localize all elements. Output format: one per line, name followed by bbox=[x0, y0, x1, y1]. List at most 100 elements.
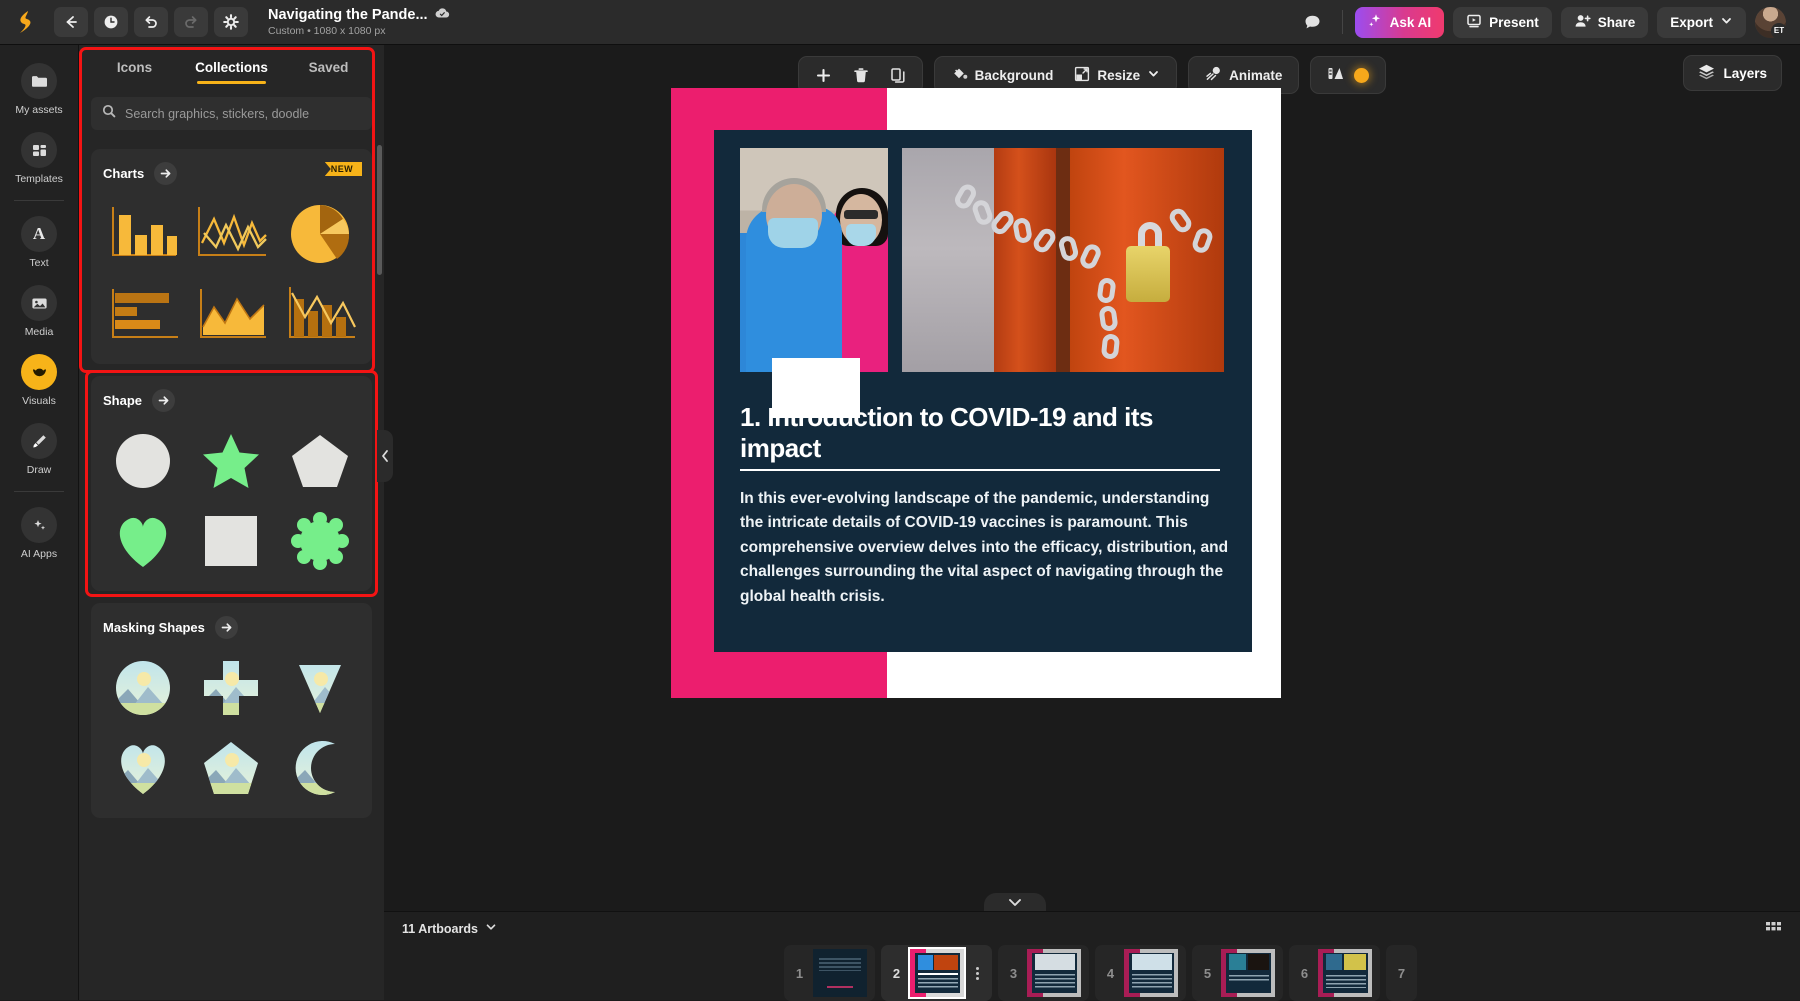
artboard-thumb-6[interactable]: 6 bbox=[1289, 945, 1380, 1001]
bottom-panel-toggle[interactable] bbox=[984, 893, 1046, 911]
padlock-body bbox=[1126, 246, 1170, 302]
artboard-canvas[interactable]: 1. Introduction to COVID-19 and its impa… bbox=[671, 88, 1281, 698]
top-bar: Navigating the Pande... Custom • 1080 x … bbox=[0, 0, 1800, 45]
left-rail: My assets Templates A Text Media Visuals… bbox=[0, 45, 79, 1000]
zigzag-line-chart-thumb[interactable] bbox=[191, 198, 271, 270]
undo-icon[interactable] bbox=[134, 7, 168, 37]
visuals-lotus-icon bbox=[21, 354, 57, 390]
slide-body-text[interactable]: In this ever-evolving landscape of the p… bbox=[740, 487, 1232, 609]
masked-people-photo[interactable] bbox=[740, 148, 888, 372]
history-clock-icon[interactable] bbox=[94, 7, 128, 37]
ask-ai-button[interactable]: Ask AI bbox=[1355, 7, 1445, 38]
artboard-thumb-3[interactable]: 3 bbox=[998, 945, 1089, 1001]
present-button[interactable]: Present bbox=[1453, 7, 1552, 38]
visuals-panel: Icons Collections Saved Charts NEW bbox=[79, 45, 384, 1000]
new-badge: NEW bbox=[325, 162, 362, 176]
diamond-mask-thumb[interactable] bbox=[280, 652, 360, 724]
add-button[interactable] bbox=[807, 60, 840, 90]
circle-mask-thumb[interactable] bbox=[103, 652, 183, 724]
woman-face-mask bbox=[846, 224, 876, 246]
arrow-right-icon[interactable] bbox=[154, 162, 177, 185]
cross-mask-thumb[interactable] bbox=[191, 652, 271, 724]
heart-mask-thumb[interactable] bbox=[103, 732, 183, 804]
layers-stack-icon bbox=[1698, 63, 1715, 83]
sidebar-label-text: Text bbox=[29, 257, 48, 269]
cloud-saved-icon bbox=[435, 7, 450, 23]
more-vertical-icon[interactable] bbox=[970, 967, 984, 980]
section-shape: Shape bbox=[91, 376, 372, 591]
panel-scroll-area[interactable]: Charts NEW bbox=[79, 137, 384, 1000]
sidebar-item-visuals[interactable]: Visuals bbox=[0, 346, 78, 415]
share-button[interactable]: Share bbox=[1561, 7, 1649, 38]
tab-collections[interactable]: Collections bbox=[186, 45, 277, 89]
templates-grid-icon bbox=[21, 132, 57, 168]
sparkles-icon bbox=[21, 507, 57, 543]
artboard-number: 3 bbox=[1006, 966, 1021, 981]
back-arrow-icon[interactable] bbox=[54, 7, 88, 37]
charts-grid bbox=[103, 198, 360, 350]
bar-chart-thumb[interactable] bbox=[103, 198, 183, 270]
sidebar-item-my-assets[interactable]: My assets bbox=[0, 55, 78, 124]
moon-mask-thumb[interactable] bbox=[280, 732, 360, 804]
palette-group bbox=[1310, 56, 1386, 94]
artboards-count-button[interactable]: 11 Artboards bbox=[402, 921, 497, 936]
gear-icon[interactable] bbox=[214, 7, 248, 37]
lightning-logo[interactable] bbox=[14, 9, 40, 35]
arrow-right-icon[interactable] bbox=[215, 616, 238, 639]
animate-button[interactable]: Animate bbox=[1197, 60, 1290, 90]
person-plus-icon bbox=[1574, 13, 1591, 32]
sidebar-label-templates: Templates bbox=[15, 173, 63, 185]
artboard-thumb-2[interactable]: 2 bbox=[881, 945, 992, 1001]
background-button[interactable]: Background bbox=[943, 60, 1062, 90]
artboards-bar: 11 Artboards 1 2 bbox=[384, 911, 1800, 1000]
slide-card[interactable]: 1. Introduction to COVID-19 and its impa… bbox=[714, 130, 1252, 652]
section-charts-header: Charts NEW bbox=[103, 162, 360, 185]
redo-icon bbox=[174, 7, 208, 37]
present-label: Present bbox=[1489, 15, 1539, 30]
sidebar-item-draw[interactable]: Draw bbox=[0, 415, 78, 484]
area-chart-thumb[interactable] bbox=[191, 278, 271, 350]
horizontal-bar-chart-thumb[interactable] bbox=[103, 278, 183, 350]
delete-button[interactable] bbox=[845, 60, 877, 90]
pentagon-mask-thumb[interactable] bbox=[191, 732, 271, 804]
palette-swatch[interactable] bbox=[1354, 68, 1369, 83]
slide-heading[interactable]: 1. Introduction to COVID-19 and its impa… bbox=[740, 402, 1220, 471]
sidebar-item-media[interactable]: Media bbox=[0, 277, 78, 346]
grid-view-icon[interactable] bbox=[1765, 919, 1782, 939]
pie-chart-thumb[interactable] bbox=[280, 198, 360, 270]
sidebar-label-visuals: Visuals bbox=[22, 395, 56, 407]
panel-scrollbar[interactable] bbox=[377, 145, 382, 275]
panel-collapse-handle[interactable] bbox=[377, 430, 393, 482]
artboard-thumb-7[interactable]: 7 bbox=[1386, 945, 1417, 1001]
sidebar-item-ai-apps[interactable]: AI Apps bbox=[0, 499, 78, 568]
sparkle-icon bbox=[1368, 13, 1383, 31]
man-face-mask bbox=[768, 218, 818, 248]
resize-button[interactable]: Resize bbox=[1066, 60, 1168, 90]
image-icon bbox=[21, 285, 57, 321]
tab-icons[interactable]: Icons bbox=[89, 45, 180, 89]
artboard-preview bbox=[1027, 949, 1081, 997]
combo-bar-line-chart-thumb[interactable] bbox=[280, 278, 360, 350]
section-masking-header: Masking Shapes bbox=[103, 616, 360, 639]
artboard-number: 2 bbox=[889, 966, 904, 981]
padlock-chain-photo[interactable] bbox=[902, 148, 1224, 372]
sidebar-item-templates[interactable]: Templates bbox=[0, 124, 78, 193]
layers-button[interactable]: Layers bbox=[1683, 55, 1782, 91]
document-title-row[interactable]: Navigating the Pande... bbox=[268, 7, 450, 23]
export-button[interactable]: Export bbox=[1657, 7, 1746, 38]
tab-saved[interactable]: Saved bbox=[283, 45, 374, 89]
artboard-thumb-4[interactable]: 4 bbox=[1095, 945, 1186, 1001]
document-title: Navigating the Pande... bbox=[268, 7, 428, 23]
artboard-thumb-5[interactable]: 5 bbox=[1192, 945, 1283, 1001]
brush-icon bbox=[21, 423, 57, 459]
arrow-right-icon[interactable] bbox=[152, 389, 175, 412]
sidebar-item-text[interactable]: A Text bbox=[0, 208, 78, 277]
duplicate-button[interactable] bbox=[882, 60, 914, 90]
paint-bucket-icon bbox=[951, 65, 968, 85]
comment-bubble-icon[interactable] bbox=[1296, 7, 1330, 37]
avatar[interactable]: ET bbox=[1755, 7, 1786, 38]
color-palette-button[interactable] bbox=[1319, 60, 1377, 90]
artboard-number: 5 bbox=[1200, 966, 1215, 981]
share-label: Share bbox=[1598, 15, 1636, 30]
artboard-thumb-1[interactable]: 1 bbox=[784, 945, 875, 1001]
